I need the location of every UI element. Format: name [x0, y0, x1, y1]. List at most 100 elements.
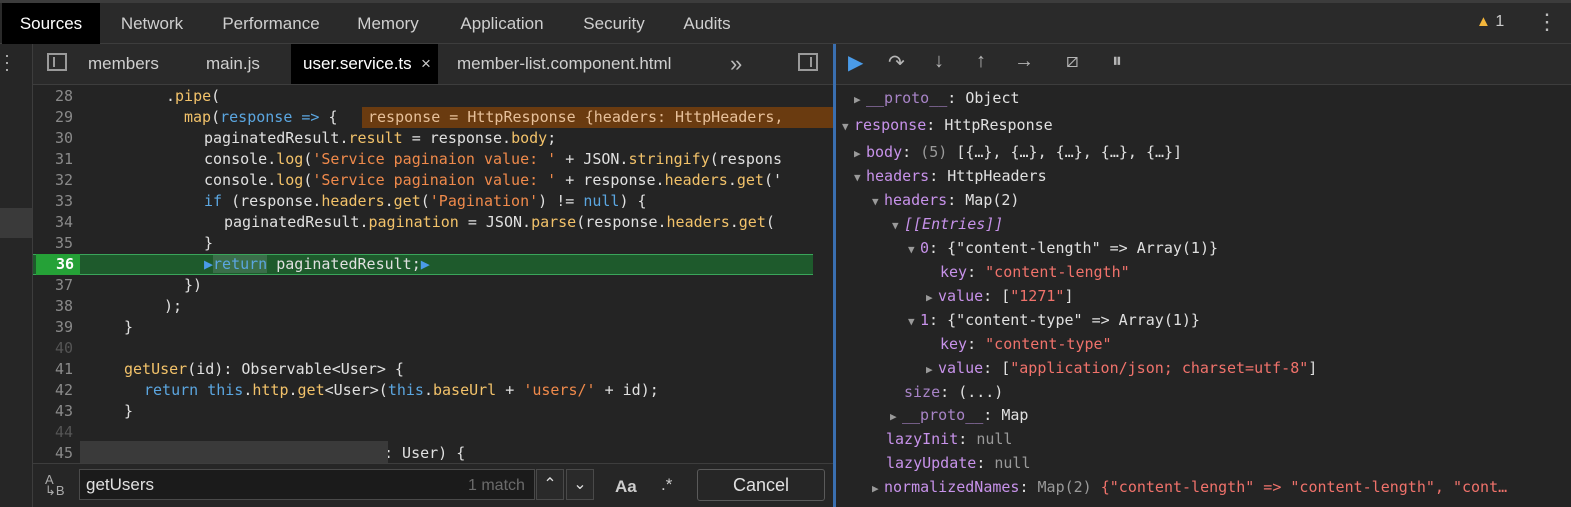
- line-number[interactable]: 30: [33, 128, 73, 149]
- line-number[interactable]: 34: [33, 212, 73, 233]
- scope-row[interactable]: ▼ 0: {"content-length" => Array(1)}: [908, 237, 1218, 259]
- scope-row: lazyUpdate: null: [886, 454, 1031, 472]
- line-number[interactable]: 38: [33, 296, 73, 317]
- deactivate-breakpoints-icon[interactable]: ⧄: [1066, 50, 1079, 73]
- tab-memory[interactable]: Memory: [342, 3, 434, 44]
- step-out-icon[interactable]: ↑: [976, 50, 986, 73]
- editor-tab-label: user.service.ts: [303, 54, 412, 73]
- code-text: map(response => {: [184, 108, 338, 126]
- code-line: 31 console.log('Service paginaion value:…: [33, 149, 813, 170]
- editor-tab-member-list[interactable]: member-list.component.html: [457, 44, 671, 84]
- toggle-navigator-icon[interactable]: [47, 53, 67, 71]
- code-line: 32 console.log('Service paginaion value:…: [33, 170, 813, 191]
- close-tab-icon[interactable]: ×: [421, 44, 431, 84]
- more-tabs-icon[interactable]: »: [730, 44, 742, 84]
- warning-counter[interactable]: ▲ 1: [1476, 13, 1504, 31]
- step-over-icon[interactable]: ↷: [888, 50, 905, 75]
- editor-tab-members[interactable]: members: [88, 44, 159, 84]
- replace-toggle-icon[interactable]: A ↳B: [45, 473, 65, 497]
- more-options-icon[interactable]: ⋮: [1536, 9, 1558, 35]
- tab-network[interactable]: Network: [104, 3, 200, 44]
- code-line: 39 }: [33, 317, 813, 338]
- line-number[interactable]: 45: [33, 443, 73, 463]
- scope-row: key: "content-type": [940, 335, 1112, 353]
- code-text: }: [124, 402, 134, 420]
- code-line: 38 );: [33, 296, 813, 317]
- scope-row[interactable]: ▼ 1: {"content-type" => Array(1)}: [908, 309, 1200, 331]
- code-line: 42 return this.http.get<User>(this.baseU…: [33, 380, 813, 401]
- scope-row[interactable]: size: (...): [904, 381, 1003, 403]
- editor-tab-user-service[interactable]: user.service.ts ×: [291, 44, 438, 84]
- scope-row[interactable]: ▶ value: ["1271"]: [926, 285, 1073, 307]
- drag-handle-icon[interactable]: · · ·: [4, 46, 10, 78]
- left-gutter: · · ·: [0, 44, 33, 507]
- editor-tab-main-js[interactable]: main.js: [206, 44, 260, 84]
- execution-line-marker[interactable]: 36: [36, 254, 80, 275]
- code-text: );: [164, 297, 183, 315]
- scope-row[interactable]: ▶ normalizedNames: Map(2) {"content-lengt…: [872, 476, 1507, 498]
- line-number[interactable]: 44: [33, 422, 73, 443]
- panel-tab-bar: Sources Network Performance Memory Appli…: [0, 0, 1571, 44]
- tab-performance[interactable]: Performance: [208, 3, 334, 44]
- line-number[interactable]: 40: [33, 338, 73, 359]
- code-line: 29 map(response => { response = HttpResp…: [33, 107, 833, 128]
- next-match-button[interactable]: ⌄: [566, 469, 594, 500]
- code-text: .pipe(: [166, 87, 221, 105]
- code-line: 41 getUser(id): Observable<User> {: [33, 359, 813, 380]
- code-line: 33 if (response.headers.get('Pagination'…: [33, 191, 813, 212]
- tab-audits[interactable]: Audits: [668, 3, 746, 44]
- scope-row[interactable]: ▶ __proto__: Object: [854, 87, 1020, 109]
- cancel-button[interactable]: Cancel: [697, 469, 825, 501]
- code-text: }: [204, 234, 214, 252]
- scope-row[interactable]: ▼ headers: Map(2): [872, 189, 1019, 211]
- warning-icon: ▲: [1476, 13, 1491, 30]
- scope-row[interactable]: ▼ [[Entries]]: [892, 213, 1003, 235]
- line-number[interactable]: 42: [33, 380, 73, 401]
- code-editor[interactable]: 28 .pipe( 29 map(response => { response …: [33, 85, 833, 463]
- line-number[interactable]: 32: [33, 170, 73, 191]
- scope-row[interactable]: ▼ response: HttpResponse: [842, 114, 1053, 136]
- code-line: 35 }: [33, 233, 813, 254]
- tab-application[interactable]: Application: [444, 3, 560, 44]
- tab-sources[interactable]: Sources: [2, 3, 100, 44]
- search-input[interactable]: [79, 469, 535, 500]
- step-icon[interactable]: →: [1014, 50, 1034, 73]
- scope-row: lazyInit: null: [886, 430, 1013, 448]
- code-text: console.log('Service paginaion value: ' …: [204, 150, 782, 168]
- line-number[interactable]: 31: [33, 149, 73, 170]
- code-text: return this.http.get<User>(this.baseUrl …: [144, 381, 659, 399]
- code-line: 43 }: [33, 401, 813, 422]
- scope-row[interactable]: ▼ headers: HttpHeaders: [854, 165, 1047, 187]
- step-into-icon[interactable]: ↓: [934, 50, 944, 73]
- code-text: if (response.headers.get('Pagination') !…: [204, 192, 647, 210]
- code-text: paginatedResult.pagination = JSON.parse(…: [224, 213, 775, 231]
- previous-match-button[interactable]: ⌃: [536, 469, 564, 500]
- line-number[interactable]: 41: [33, 359, 73, 380]
- line-number[interactable]: 39: [33, 317, 73, 338]
- line-number[interactable]: 29: [33, 107, 73, 128]
- debugger-toolbar: ▶︎ ↷ ↓ ↑ → ⧄ ⏸: [836, 44, 1571, 85]
- warning-count: 1: [1495, 13, 1505, 30]
- execution-line: 36 ▶return paginatedResult;▶: [33, 254, 813, 275]
- code-line: 40: [33, 338, 813, 359]
- scope-row[interactable]: ▶ body: (5) [{…}, {…}, {…}, {…}, {…}]: [854, 141, 1182, 163]
- scope-row[interactable]: ▶ value: ["application/json; charset=utf-…: [926, 357, 1317, 379]
- regex-button[interactable]: .*: [661, 475, 672, 495]
- match-count: 1 match: [468, 477, 525, 494]
- autocomplete-popup: [80, 441, 388, 463]
- line-number[interactable]: 43: [33, 401, 73, 422]
- match-case-button[interactable]: Aa: [615, 477, 637, 497]
- editor-tab-bar: members main.js user.service.ts × member…: [33, 44, 833, 85]
- scope-row[interactable]: ▶ __proto__: Map: [890, 404, 1028, 426]
- pause-on-exceptions-icon[interactable]: ⏸: [1112, 50, 1122, 73]
- line-number[interactable]: 37: [33, 275, 73, 296]
- line-number[interactable]: 35: [33, 233, 73, 254]
- line-number[interactable]: 33: [33, 191, 73, 212]
- code-text: : User) {: [384, 444, 466, 462]
- toggle-debugger-icon[interactable]: [798, 53, 818, 71]
- code-line: 28 .pipe(: [33, 86, 813, 107]
- gutter-highlight: [0, 208, 32, 238]
- resume-icon[interactable]: ▶︎: [848, 50, 863, 75]
- tab-security[interactable]: Security: [570, 3, 658, 44]
- line-number[interactable]: 28: [33, 86, 73, 107]
